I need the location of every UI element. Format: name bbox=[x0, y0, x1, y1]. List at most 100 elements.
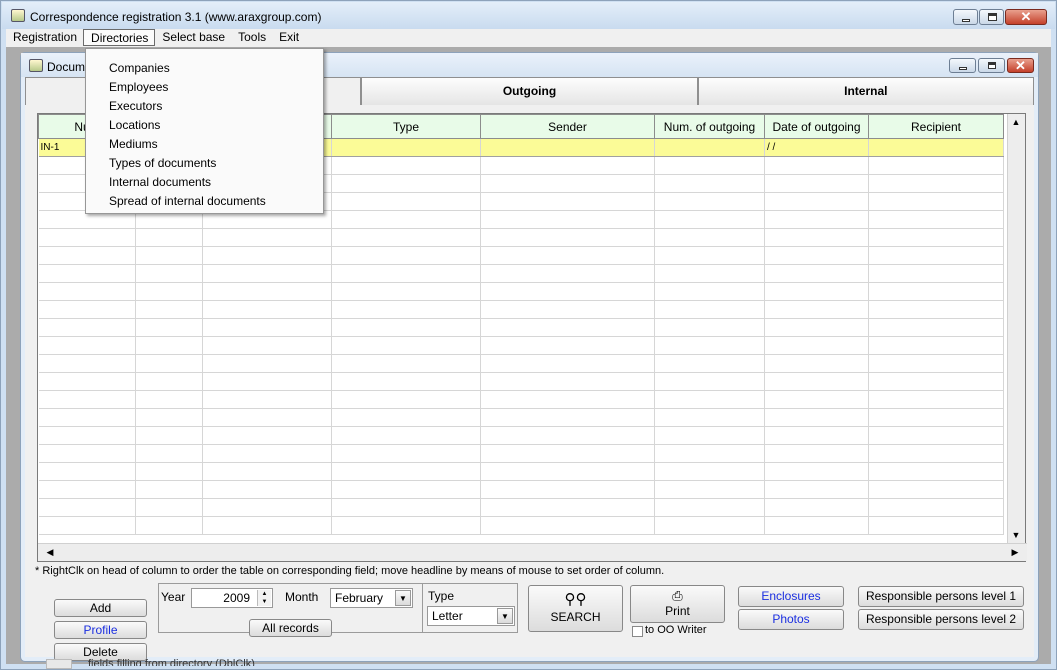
menu-item-companies[interactable]: Companies bbox=[86, 59, 323, 78]
child-maximize-button[interactable] bbox=[978, 58, 1005, 73]
table-cell[interactable] bbox=[764, 444, 869, 463]
cell-num-outgoing[interactable] bbox=[654, 138, 765, 157]
table-cell[interactable] bbox=[135, 246, 203, 265]
menu-item-locations[interactable]: Locations bbox=[86, 116, 323, 135]
table-cell[interactable] bbox=[480, 390, 655, 409]
table-cell[interactable] bbox=[868, 516, 1004, 535]
table-cell[interactable] bbox=[654, 408, 765, 427]
responsible-level1-button[interactable]: Responsible persons level 1 bbox=[858, 586, 1024, 607]
minimize-button[interactable] bbox=[953, 9, 978, 25]
table-cell[interactable] bbox=[480, 282, 655, 301]
menu-item-mediums[interactable]: Mediums bbox=[86, 135, 323, 154]
table-cell[interactable] bbox=[202, 264, 332, 283]
child-minimize-button[interactable] bbox=[949, 58, 976, 73]
table-cell[interactable] bbox=[331, 228, 481, 247]
table-row[interactable] bbox=[38, 318, 1004, 337]
table-cell[interactable] bbox=[135, 444, 203, 463]
table-cell[interactable] bbox=[38, 498, 136, 517]
table-cell[interactable] bbox=[135, 516, 203, 535]
table-cell[interactable] bbox=[654, 498, 765, 517]
table-cell[interactable] bbox=[38, 228, 136, 247]
table-cell[interactable] bbox=[202, 462, 332, 481]
table-cell[interactable] bbox=[764, 462, 869, 481]
table-cell[interactable] bbox=[38, 516, 136, 535]
table-row[interactable] bbox=[38, 426, 1004, 445]
table-row[interactable] bbox=[38, 300, 1004, 319]
table-cell[interactable] bbox=[331, 462, 481, 481]
table-row[interactable] bbox=[38, 372, 1004, 391]
table-cell[interactable] bbox=[331, 300, 481, 319]
menu-exit[interactable]: Exit bbox=[272, 29, 305, 46]
cell-sender[interactable] bbox=[480, 138, 655, 157]
column-header-num-outgoing[interactable]: Num. of outgoing bbox=[654, 114, 765, 139]
menu-item-spread-internal-documents[interactable]: Spread of internal documents bbox=[86, 192, 323, 211]
table-cell[interactable] bbox=[331, 444, 481, 463]
table-cell[interactable] bbox=[480, 408, 655, 427]
table-cell[interactable] bbox=[868, 174, 1004, 193]
all-records-button[interactable]: All records bbox=[249, 619, 332, 637]
cell-recipient[interactable] bbox=[868, 138, 1004, 157]
column-header-sender[interactable]: Sender bbox=[480, 114, 655, 139]
table-cell[interactable] bbox=[654, 318, 765, 337]
table-cell[interactable] bbox=[764, 282, 869, 301]
search-button[interactable]: ⚲⚲ SEARCH bbox=[528, 585, 623, 632]
table-cell[interactable] bbox=[202, 408, 332, 427]
table-cell[interactable] bbox=[764, 480, 869, 499]
table-cell[interactable] bbox=[868, 318, 1004, 337]
table-cell[interactable] bbox=[764, 174, 869, 193]
table-cell[interactable] bbox=[654, 444, 765, 463]
table-cell[interactable] bbox=[654, 462, 765, 481]
spin-down-icon[interactable]: ▼ bbox=[262, 599, 268, 605]
table-cell[interactable] bbox=[480, 246, 655, 265]
table-cell[interactable] bbox=[38, 390, 136, 409]
table-cell[interactable] bbox=[654, 156, 765, 175]
table-cell[interactable] bbox=[135, 390, 203, 409]
table-cell[interactable] bbox=[202, 498, 332, 517]
table-cell[interactable] bbox=[331, 516, 481, 535]
table-row[interactable] bbox=[38, 354, 1004, 373]
table-cell[interactable] bbox=[764, 354, 869, 373]
table-cell[interactable] bbox=[135, 336, 203, 355]
table-cell[interactable] bbox=[868, 390, 1004, 409]
maximize-button[interactable] bbox=[979, 9, 1004, 25]
table-row[interactable] bbox=[38, 408, 1004, 427]
table-cell[interactable] bbox=[764, 408, 869, 427]
table-cell[interactable] bbox=[331, 210, 481, 229]
table-cell[interactable] bbox=[868, 210, 1004, 229]
child-close-button[interactable]: ✕ bbox=[1007, 58, 1034, 73]
table-cell[interactable] bbox=[654, 390, 765, 409]
profile-button[interactable]: Profile bbox=[54, 621, 147, 639]
table-cell[interactable] bbox=[202, 336, 332, 355]
close-button[interactable]: ✕ bbox=[1005, 9, 1047, 25]
year-spinner[interactable]: ▲ ▼ bbox=[257, 590, 271, 606]
table-cell[interactable] bbox=[202, 354, 332, 373]
column-header-date-outgoing[interactable]: Date of outgoing bbox=[764, 114, 869, 139]
table-cell[interactable] bbox=[135, 228, 203, 247]
table-cell[interactable] bbox=[764, 156, 869, 175]
table-cell[interactable] bbox=[654, 300, 765, 319]
table-cell[interactable] bbox=[654, 282, 765, 301]
table-cell[interactable] bbox=[868, 480, 1004, 499]
table-cell[interactable] bbox=[331, 336, 481, 355]
table-row[interactable] bbox=[38, 336, 1004, 355]
type-select[interactable]: Letter ▼ bbox=[427, 606, 515, 626]
table-cell[interactable] bbox=[135, 498, 203, 517]
table-cell[interactable] bbox=[868, 498, 1004, 517]
table-cell[interactable] bbox=[38, 264, 136, 283]
table-cell[interactable] bbox=[38, 318, 136, 337]
table-cell[interactable] bbox=[654, 174, 765, 193]
table-cell[interactable] bbox=[868, 156, 1004, 175]
table-cell[interactable] bbox=[654, 228, 765, 247]
table-cell[interactable] bbox=[202, 390, 332, 409]
table-cell[interactable] bbox=[331, 174, 481, 193]
table-row[interactable] bbox=[38, 282, 1004, 301]
table-cell[interactable] bbox=[135, 300, 203, 319]
table-cell[interactable] bbox=[654, 426, 765, 445]
table-cell[interactable] bbox=[654, 336, 765, 355]
table-cell[interactable] bbox=[764, 336, 869, 355]
menu-item-employees[interactable]: Employees bbox=[86, 78, 323, 97]
table-cell[interactable] bbox=[202, 480, 332, 499]
table-cell[interactable] bbox=[654, 210, 765, 229]
table-cell[interactable] bbox=[868, 426, 1004, 445]
table-cell[interactable] bbox=[480, 372, 655, 391]
